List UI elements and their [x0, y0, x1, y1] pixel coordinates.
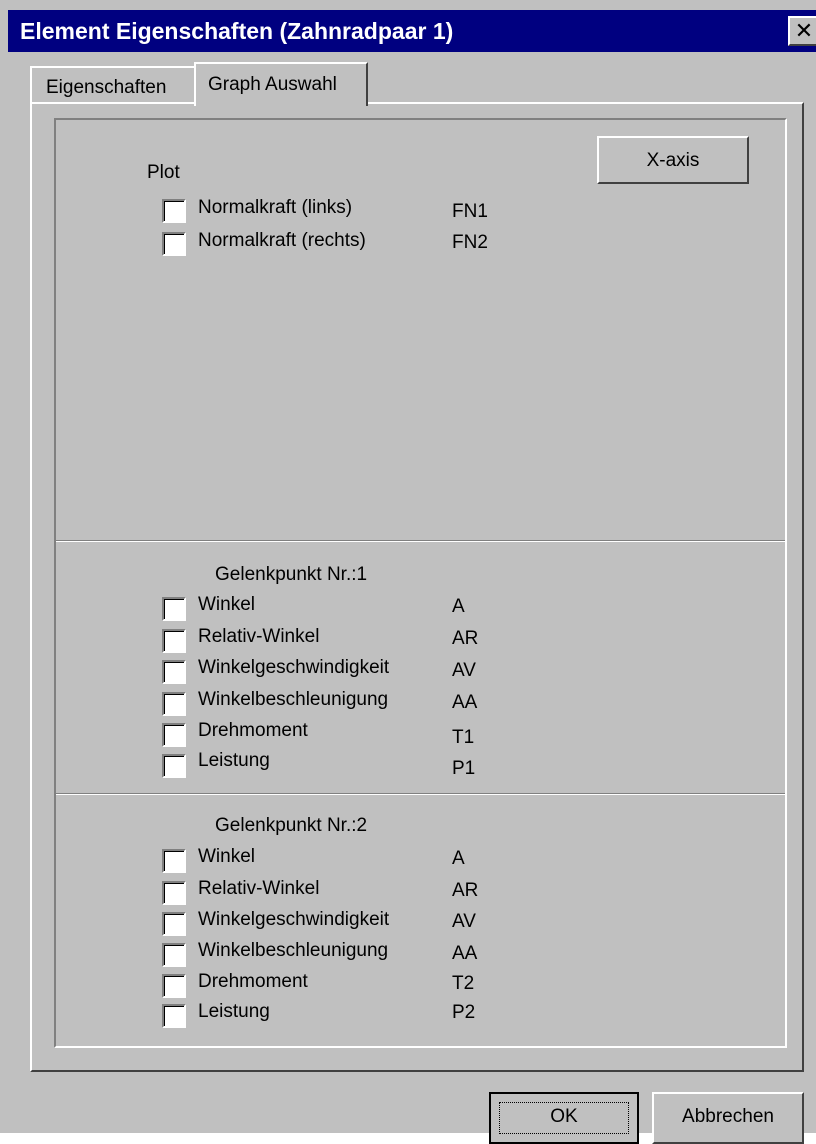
checkbox-label: Drehmoment	[198, 971, 308, 992]
window-title: Element Eigenschaften (Zahnradpaar 1)	[20, 18, 454, 44]
plot-heading: Plot	[147, 162, 180, 183]
signal-code: P2	[452, 1002, 476, 1023]
title-bar[interactable]: Element Eigenschaften (Zahnradpaar 1) ✕	[8, 10, 816, 52]
signal-code: P1	[452, 758, 476, 779]
signal-code: A	[452, 848, 465, 869]
checkbox-j1-leistung[interactable]	[162, 754, 186, 778]
checkbox-j2-relativ-winkel[interactable]	[162, 881, 186, 905]
tab-graph-auswahl[interactable]: Graph Auswahl	[194, 62, 368, 106]
signal-code: AV	[452, 660, 476, 681]
checkbox-j2-drehmoment[interactable]	[162, 974, 186, 998]
joint1-heading: Gelenkpunkt Nr.:1	[215, 564, 368, 585]
checkbox-label: Winkelgeschwindigkeit	[198, 909, 390, 930]
checkbox-label: Leistung	[198, 750, 270, 771]
checkbox-label: Winkelgeschwindigkeit	[198, 657, 390, 678]
signal-code: AR	[452, 880, 479, 901]
tab-label: Graph Auswahl	[208, 74, 337, 95]
checkbox-label: Winkel	[198, 846, 256, 867]
tab-label: Eigenschaften	[46, 77, 167, 98]
signal-code: AR	[452, 628, 479, 649]
x-axis-button[interactable]: X-axis	[597, 136, 749, 184]
checkbox-j2-winkelgeschwindigkeit[interactable]	[162, 912, 186, 936]
checkbox-label: Normalkraft (rechts)	[198, 230, 366, 251]
checkbox-label: Normalkraft (links)	[198, 197, 353, 218]
signal-code: AV	[452, 911, 476, 932]
signal-code: AA	[452, 692, 478, 713]
signal-code: T2	[452, 973, 475, 994]
section-divider	[56, 540, 785, 542]
dialog-window: Element Eigenschaften (Zahnradpaar 1) ✕ …	[0, 0, 816, 1144]
checkbox-label: Drehmoment	[198, 720, 308, 741]
checkbox-j1-winkelbeschleunigung[interactable]	[162, 692, 186, 716]
signal-code: FN2	[452, 232, 488, 253]
checkbox-label: Relativ-Winkel	[198, 878, 320, 899]
checkbox-j2-winkel[interactable]	[162, 849, 186, 873]
tab-eigenschaften[interactable]: Eigenschaften	[30, 66, 196, 104]
checkbox-normalkraft-rechts[interactable]	[162, 232, 186, 256]
graph-options-frame	[54, 118, 787, 1048]
checkbox-j1-winkel[interactable]	[162, 597, 186, 621]
signal-code: T1	[452, 727, 475, 748]
checkbox-j1-relativ-winkel[interactable]	[162, 629, 186, 653]
ok-button[interactable]: OK	[489, 1092, 639, 1144]
checkbox-j2-winkelbeschleunigung[interactable]	[162, 943, 186, 967]
checkbox-label: Winkelbeschleunigung	[198, 940, 389, 961]
signal-code: AA	[452, 943, 478, 964]
signal-code: A	[452, 596, 465, 617]
cancel-button[interactable]: Abbrechen	[652, 1092, 804, 1144]
signal-code: FN1	[452, 201, 488, 222]
section-divider	[56, 793, 785, 795]
checkbox-label: Relativ-Winkel	[198, 626, 320, 647]
checkbox-j2-leistung[interactable]	[162, 1004, 186, 1028]
joint2-heading: Gelenkpunkt Nr.:2	[215, 815, 368, 836]
close-button[interactable]: ✕	[788, 16, 816, 46]
checkbox-label: Winkelbeschleunigung	[198, 689, 389, 710]
close-icon: ✕	[794, 18, 814, 43]
checkbox-normalkraft-links[interactable]	[162, 199, 186, 223]
checkbox-j1-drehmoment[interactable]	[162, 723, 186, 747]
checkbox-label: Winkel	[198, 594, 256, 615]
checkbox-label: Leistung	[198, 1001, 270, 1022]
checkbox-j1-winkelgeschwindigkeit[interactable]	[162, 660, 186, 684]
